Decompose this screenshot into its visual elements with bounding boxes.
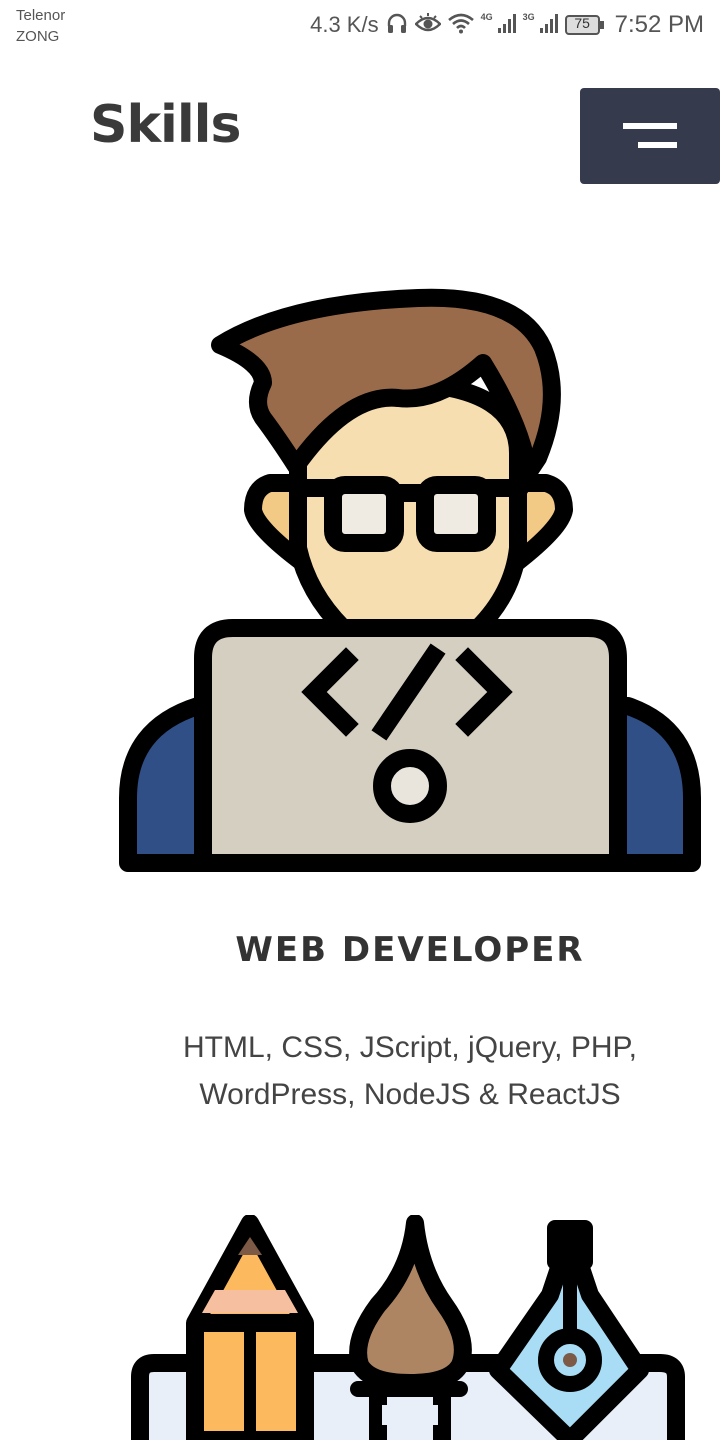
network-speed: 4.3 K/s: [310, 12, 379, 37]
wifi-icon: [447, 12, 475, 39]
eye-icon: [413, 12, 442, 39]
pencil-icon: [186, 1215, 314, 1440]
signal-icon: [497, 12, 517, 39]
skill-description: HTML, CSS, JScript, jQuery, PHP, WordPre…: [183, 1031, 637, 1111]
clock: 7:52 PM: [614, 11, 704, 38]
battery-icon: 75: [564, 14, 605, 36]
battery-level: 75: [574, 15, 590, 31]
carrier-info: Telenor ZONG: [16, 5, 65, 47]
status-icons: 4.3 K/s 4G 3G 75 7:52 PM: [310, 8, 704, 42]
page-title: Skills: [90, 95, 241, 155]
signal-icon: [539, 12, 559, 39]
network-type-1: 4G: [480, 12, 493, 22]
headphones-icon: [385, 11, 409, 40]
web-developer-illustration: [119, 288, 701, 872]
carrier-name-1: Telenor: [16, 7, 66, 24]
design-tools-illustration: [131, 1215, 685, 1440]
menu-button[interactable]: [580, 88, 720, 184]
carrier-name-2: ZONG: [16, 28, 60, 45]
network-type-2: 3G: [522, 12, 535, 22]
status-bar: Telenor ZONG 4.3 K/s 4G 3G 75 7:52 PM: [0, 0, 720, 50]
skill-title: WEB DEVELOPER: [235, 930, 585, 970]
